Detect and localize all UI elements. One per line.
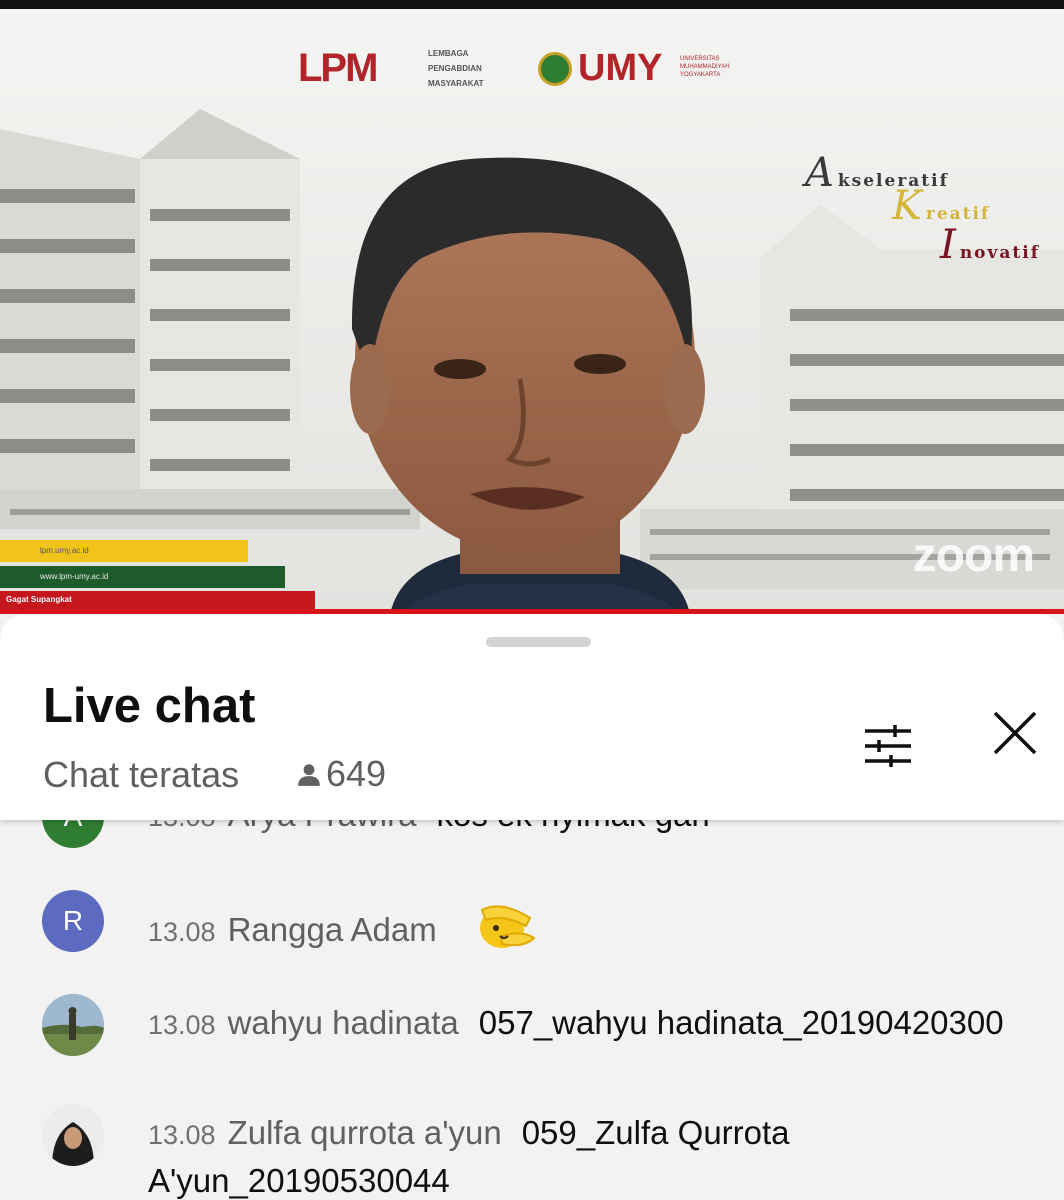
landscape-photo-avatar [42, 994, 104, 1056]
viewer-count: 649 [296, 753, 387, 794]
live-chat-panel: Live chat Chat teratas 649 R 13.08 Rangg… [0, 614, 1064, 1200]
avatar[interactable] [42, 1104, 104, 1166]
message-text: kos ek nyimak gan [436, 820, 709, 833]
status-strip [0, 0, 1064, 9]
message-time: 13.08 [148, 1120, 216, 1150]
lower-third-website-1: lpm.umy.ac.id [0, 540, 248, 562]
chat-message-body: 13.08 Arya Prawira kos ek nyimak gan [148, 820, 1008, 840]
message-author[interactable]: wahyu hadinata [228, 1004, 459, 1041]
chat-filter-button[interactable] [856, 714, 920, 778]
chat-message-body: 13.08 Rangga Adam [148, 898, 1008, 966]
message-time: 13.08 [148, 916, 216, 947]
chat-mode-selector[interactable]: Chat teratas [43, 754, 239, 796]
message-author[interactable]: Zulfa qurrota a'yun [228, 1114, 502, 1151]
zoom-watermark: zoom [912, 529, 1035, 582]
tagline-line-3: Inovatif [940, 222, 1041, 268]
chat-message: R 13.08 Rangga Adam [0, 886, 1064, 966]
umy-seal-logo [538, 52, 572, 86]
chat-message-list[interactable]: A 13.08 Arya Prawira kos ek nyimak gan R 1… [0, 820, 1064, 1200]
live-chat-header: Live chat Chat teratas 649 [0, 614, 1064, 820]
viewer-count-value: 649 [326, 753, 387, 794]
chat-message-body: 13.08 wahyu hadinata 057_wahyu hadinata_20… [148, 1000, 1008, 1048]
message-author[interactable]: Rangga Adam [228, 911, 437, 948]
video-player[interactable]: LPM LEMBAGA PENGABDIAN MASYARAKAT UMY UN… [0, 0, 1064, 614]
lower-third-website-2: www.lpm-umy.ac.id [0, 566, 285, 588]
person-icon [298, 764, 320, 786]
drag-handle[interactable] [486, 637, 591, 647]
umy-caption: UNIVERSITAS MUHAMMADIYAH YOGYAKARTA [680, 56, 730, 78]
avatar[interactable]: R [42, 890, 104, 952]
lpm-caption: LEMBAGA PENGABDIAN MASYARAKAT [428, 49, 484, 88]
message-text: 057_wahyu hadinata_20190420300 [478, 1004, 1004, 1041]
chat-message-body: 13.08 Zulfa qurrota a'yun 059_Zulfa Qurrot… [148, 1110, 1008, 1200]
message-time: 13.08 [148, 1010, 216, 1040]
lpm-logo: LPM [298, 46, 378, 90]
chat-message: 13.08 wahyu hadinata 057_wahyu hadinata_20… [0, 988, 1064, 1088]
tune-icon [865, 725, 911, 767]
message-author[interactable]: Arya Prawira [228, 820, 417, 833]
umy-logo: UMY [578, 47, 663, 89]
message-time: 13.08 [148, 820, 216, 832]
person-photo-avatar [42, 1104, 104, 1166]
avatar[interactable] [42, 994, 104, 1056]
dab-emoji [472, 898, 540, 966]
chat-message: 13.08 Zulfa qurrota a'yun 059_Zulfa Qurrot… [0, 1098, 1064, 1200]
video-frame [0, 9, 1064, 614]
live-chat-title: Live chat [43, 679, 256, 733]
chat-message: A 13.08 Arya Prawira kos ek nyimak gan [0, 820, 1064, 852]
close-icon [993, 711, 1037, 755]
app-screen: LPM LEMBAGA PENGABDIAN MASYARAKAT UMY UN… [0, 0, 1064, 1200]
close-chat-button[interactable] [983, 701, 1047, 765]
avatar[interactable]: A [42, 820, 104, 848]
